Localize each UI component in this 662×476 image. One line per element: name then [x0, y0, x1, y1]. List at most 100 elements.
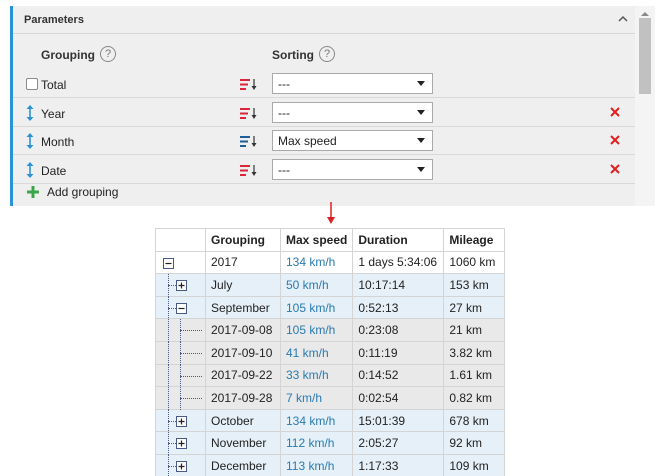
- scroll-up-icon[interactable]: [640, 10, 650, 18]
- grouping-header[interactable]: Grouping: [205, 228, 281, 252]
- table-row: November 112 km/h 2:05:27 92 km: [155, 431, 506, 456]
- parameters-panel: Parameters Grouping ? Sorting ? Total ---…: [10, 6, 655, 206]
- tree-line: [168, 387, 169, 411]
- max-speed-link[interactable]: 50 km/h: [279, 273, 354, 297]
- max-speed-link[interactable]: 134 km/h: [279, 408, 354, 433]
- grouping-row-label: Month: [41, 135, 75, 149]
- mileage-cell: 109 km: [443, 453, 506, 476]
- tree-cell: [155, 408, 206, 433]
- add-grouping-label: Add grouping: [47, 185, 119, 199]
- grouping-cell: 2017-09-22: [205, 363, 281, 388]
- tree-line: [168, 341, 169, 365]
- dropdown-arrow-icon: [417, 81, 425, 86]
- expand-icon[interactable]: [176, 438, 187, 450]
- sorting-select-value: Max speed: [278, 134, 337, 148]
- tree-line: [180, 330, 202, 332]
- grouping-row-label: Total: [41, 78, 67, 92]
- table-row: 2017-09-22 33 km/h 0:14:52 1.61 km: [155, 363, 506, 388]
- collapse-icon[interactable]: [176, 302, 187, 314]
- grouping-cell: December: [205, 453, 281, 476]
- delete-icon[interactable]: [609, 163, 621, 175]
- tree-cell: [155, 386, 206, 411]
- mileage-cell: 27 km: [443, 295, 506, 320]
- duration-cell: 2:05:27: [352, 431, 445, 455]
- delete-icon[interactable]: [609, 134, 621, 146]
- collapse-icon[interactable]: [163, 257, 174, 269]
- tree-line: [180, 375, 202, 377]
- duration-cell: 1 days 5:34:06: [352, 250, 445, 275]
- max-speed-link[interactable]: 134 km/h: [279, 250, 354, 275]
- tree-line: [168, 465, 176, 467]
- tree-cell: [155, 340, 206, 365]
- sorting-help-icon[interactable]: ?: [319, 46, 335, 62]
- grouping-help-icon[interactable]: ?: [100, 46, 116, 62]
- mileage-header[interactable]: Mileage: [443, 228, 506, 252]
- drag-handle-icon[interactable]: [25, 132, 35, 150]
- sort-order-icon[interactable]: [240, 78, 258, 91]
- add-grouping-button[interactable]: Add grouping: [13, 178, 635, 206]
- grouping-cell: October: [205, 408, 281, 433]
- sorting-select[interactable]: ---: [272, 101, 433, 123]
- sorting-select-value: ---: [278, 162, 290, 177]
- grouping-row-total: Total ---: [13, 70, 635, 98]
- duration-cell: 0:14:52: [352, 363, 445, 388]
- max-speed-header[interactable]: Max speed: [279, 228, 354, 252]
- max-speed-link[interactable]: 7 km/h: [279, 386, 354, 410]
- total-checkbox[interactable]: [26, 78, 38, 90]
- delete-icon[interactable]: [609, 106, 621, 118]
- drag-handle-icon[interactable]: [25, 161, 35, 179]
- expand-icon[interactable]: [176, 415, 187, 427]
- scroll-thumb[interactable]: [639, 18, 651, 94]
- sort-order-icon[interactable]: [240, 164, 258, 177]
- duration-cell: 1:17:33: [352, 453, 445, 476]
- expand-icon[interactable]: [176, 280, 187, 292]
- max-speed-link[interactable]: 105 km/h: [279, 295, 354, 320]
- tree-line: [168, 420, 176, 422]
- dropdown-arrow-icon: [417, 138, 425, 143]
- sorting-select[interactable]: ---: [272, 158, 433, 180]
- tree-cell: [155, 295, 206, 320]
- sorting-select[interactable]: Max speed: [272, 130, 433, 151]
- expand-icon[interactable]: [176, 460, 187, 472]
- sorting-select-value: ---: [278, 105, 290, 120]
- grouping-row-month: Month Max speed: [13, 127, 635, 155]
- dropdown-arrow-icon: [417, 109, 425, 115]
- table-row: 2017 134 km/h 1 days 5:34:06 1060 km: [155, 250, 506, 275]
- sorting-column-label: Sorting: [272, 48, 314, 62]
- max-speed-link[interactable]: 112 km/h: [279, 431, 354, 455]
- mileage-cell: 1060 km: [443, 250, 506, 275]
- panel-scrollbar[interactable]: [635, 6, 655, 206]
- grouping-row-label: Date: [41, 163, 67, 178]
- max-speed-link[interactable]: 113 km/h: [279, 453, 354, 476]
- duration-cell: 0:52:13: [352, 295, 445, 320]
- tree-line: [180, 352, 202, 354]
- arrow-down-icon: [327, 202, 335, 224]
- duration-header[interactable]: Duration: [352, 228, 445, 252]
- grouping-cell: 2017-09-08: [205, 318, 281, 342]
- table-row: October 134 km/h 15:01:39 678 km: [155, 408, 506, 433]
- tree-line: [168, 319, 169, 343]
- sort-order-icon[interactable]: [240, 107, 258, 120]
- chevron-up-icon[interactable]: [618, 14, 628, 24]
- max-speed-link[interactable]: 41 km/h: [279, 340, 354, 365]
- grouping-cell: 2017-09-10: [205, 340, 281, 365]
- sorting-select[interactable]: ---: [272, 73, 433, 94]
- mileage-cell: 3.82 km: [443, 340, 506, 365]
- grouping-cell: 2017-09-28: [205, 386, 281, 410]
- mileage-cell: 0.82 km: [443, 386, 506, 410]
- table-row: 2017-09-10 41 km/h 0:11:19 3.82 km: [155, 340, 506, 365]
- duration-cell: 0:11:19: [352, 340, 445, 365]
- mileage-cell: 1.61 km: [443, 363, 506, 388]
- max-speed-link[interactable]: 105 km/h: [279, 318, 354, 342]
- plus-icon: [27, 186, 39, 198]
- table-row: December 113 km/h 1:17:33 109 km: [155, 453, 506, 476]
- sort-order-icon[interactable]: [240, 135, 258, 148]
- grouping-cell: September: [205, 295, 281, 320]
- mileage-cell: 92 km: [443, 431, 506, 455]
- dropdown-arrow-icon: [417, 166, 425, 172]
- drag-handle-icon[interactable]: [25, 104, 35, 122]
- tree-cell: [155, 318, 206, 343]
- max-speed-link[interactable]: 33 km/h: [279, 363, 354, 388]
- table-row: 2017-09-28 7 km/h 0:02:54 0.82 km: [155, 386, 506, 411]
- parameters-header[interactable]: Parameters: [13, 6, 635, 34]
